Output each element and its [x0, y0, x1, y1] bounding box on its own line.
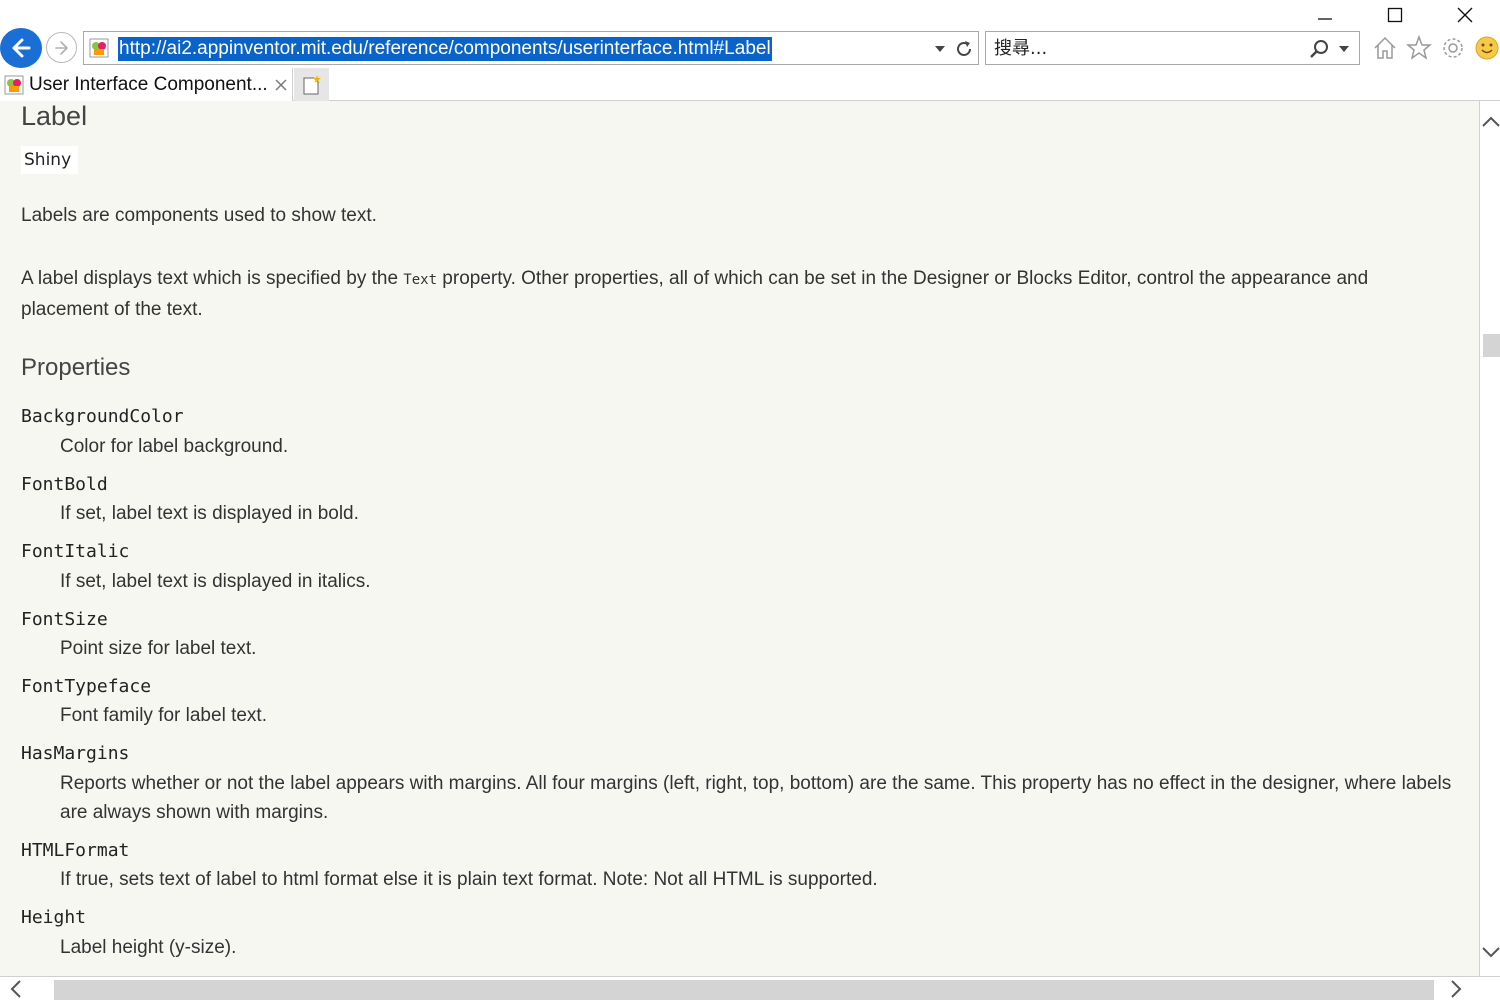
site-favicon-icon	[4, 75, 24, 94]
smiley-icon	[1475, 36, 1499, 60]
chevron-right-icon	[1451, 980, 1462, 998]
description-paragraph: A label displays text which is specified…	[21, 264, 1441, 324]
property-name: FontBold	[21, 474, 108, 495]
window-controls	[1290, 0, 1500, 30]
property-description: Reports whether or not the label appears…	[60, 773, 1452, 823]
property-name: FontSize	[21, 609, 108, 630]
minimize-button[interactable]	[1290, 0, 1360, 30]
maximize-icon	[1387, 7, 1403, 23]
property-name: HasMargins	[21, 743, 130, 764]
close-icon	[1457, 7, 1473, 23]
scroll-up-button[interactable]	[1481, 111, 1500, 131]
address-dropdown[interactable]	[932, 40, 948, 58]
arrow-right-icon	[54, 40, 68, 55]
chevron-left-icon	[10, 980, 21, 998]
property-name: HTMLFormat	[21, 840, 130, 861]
tab-active[interactable]: User Interface Component...	[0, 68, 293, 101]
tools-button[interactable]	[1438, 32, 1468, 64]
navigation-bar: http://ai2.appinventor.mit.edu/reference…	[0, 28, 1500, 68]
scroll-left-button[interactable]	[4, 979, 26, 999]
vertical-scroll-thumb[interactable]	[1483, 334, 1500, 357]
property-description: If set, label text is displayed in bold.	[60, 503, 359, 524]
new-tab-button[interactable]	[294, 68, 329, 101]
home-button[interactable]	[1370, 32, 1400, 64]
property-name: Height	[21, 907, 87, 928]
property-name: BackgroundColor	[21, 406, 184, 427]
property-description: Label height (y-size).	[60, 937, 237, 958]
home-icon	[1374, 36, 1396, 59]
demo-label: Shiny	[21, 146, 78, 174]
properties-heading: Properties	[21, 354, 131, 381]
tab-title: User Interface Component...	[29, 73, 267, 95]
close-icon	[275, 79, 287, 90]
description-text: A label displays text which is specified…	[21, 268, 404, 289]
horizontal-scroll-thumb[interactable]	[54, 980, 1434, 1000]
minimize-icon	[1318, 18, 1332, 20]
tab-strip: User Interface Component...	[0, 68, 1500, 101]
close-window-button[interactable]	[1430, 0, 1500, 30]
new-tab-icon	[303, 74, 321, 94]
intro-text: Labels are components used to show text.	[21, 205, 377, 226]
chevron-down-icon	[1482, 947, 1500, 958]
property-description: If true, sets text of label to html form…	[60, 869, 878, 890]
caret-down-icon	[1339, 46, 1349, 52]
property-name: FontItalic	[21, 541, 130, 562]
caret-down-icon	[935, 46, 945, 52]
forward-button[interactable]	[46, 32, 77, 63]
page-heading: Label	[21, 101, 88, 131]
property-description: Font family for label text.	[60, 705, 267, 726]
text-code: Text	[403, 272, 438, 288]
search-input[interactable]	[994, 36, 1294, 60]
feedback-button[interactable]	[1472, 32, 1500, 64]
star-icon	[1406, 35, 1432, 60]
back-button[interactable]	[0, 28, 42, 68]
address-url[interactable]: http://ai2.appinventor.mit.edu/reference…	[118, 37, 772, 61]
chevron-up-icon	[1482, 116, 1500, 127]
scroll-down-button[interactable]	[1481, 943, 1500, 963]
address-bar[interactable]: http://ai2.appinventor.mit.edu/reference…	[83, 31, 979, 65]
site-favicon-icon	[89, 38, 109, 58]
maximize-button[interactable]	[1360, 0, 1430, 30]
search-provider-dropdown[interactable]	[1336, 40, 1352, 58]
search-box[interactable]	[985, 31, 1360, 65]
browser-toolbar	[1370, 32, 1500, 64]
property-description: Color for label background.	[60, 436, 289, 457]
property-name: FontTypeface	[21, 676, 152, 697]
page-content: Label Shiny Labels are components used t…	[0, 101, 1479, 976]
refresh-icon	[957, 41, 971, 56]
gear-icon	[1443, 38, 1463, 58]
property-description: Point size for label text.	[60, 638, 257, 659]
property-description: If set, label text is displayed in itali…	[60, 571, 371, 592]
arrow-left-icon	[12, 38, 31, 58]
search-icon[interactable]	[1308, 38, 1330, 60]
favorites-button[interactable]	[1404, 32, 1434, 64]
refresh-button[interactable]	[952, 36, 976, 62]
scroll-right-button[interactable]	[1446, 979, 1468, 999]
close-tab-button[interactable]	[273, 77, 289, 93]
vertical-scrollbar[interactable]	[1479, 101, 1500, 976]
horizontal-scrollbar[interactable]	[0, 976, 1500, 1000]
